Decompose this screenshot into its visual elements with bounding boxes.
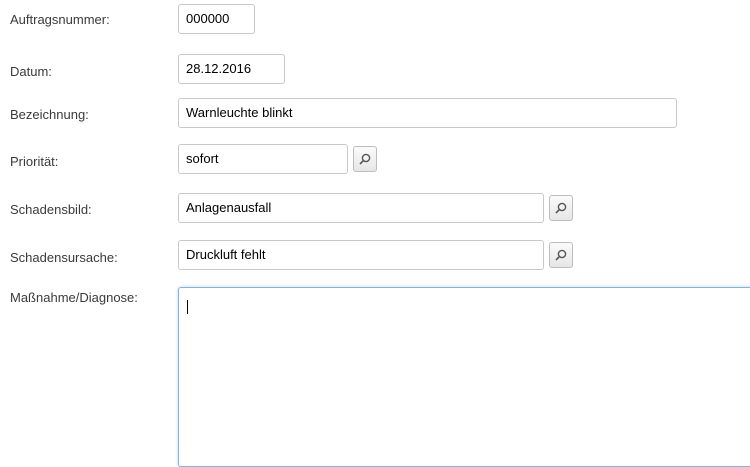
search-icon bbox=[555, 249, 567, 261]
prioritaet-lookup-button[interactable] bbox=[353, 146, 377, 172]
prioritaet-label: Priorität: bbox=[10, 154, 59, 169]
row-schadensursache: Schadensursache: Druckluft fehlt bbox=[0, 240, 750, 272]
row-datum: Datum: 28.12.2016 bbox=[0, 54, 750, 86]
schadensbild-lookup-button[interactable] bbox=[549, 195, 573, 221]
search-icon bbox=[555, 202, 567, 214]
schadensursache-field[interactable]: Druckluft fehlt bbox=[178, 240, 544, 270]
schadensursache-label: Schadensursache: bbox=[10, 250, 118, 265]
row-schadensbild: Schadensbild: Anlagenausfall bbox=[0, 193, 750, 225]
search-icon bbox=[359, 153, 371, 165]
row-auftragsnummer: Auftragsnummer: 000000 bbox=[0, 4, 750, 36]
text-caret bbox=[187, 300, 188, 314]
row-bezeichnung: Bezeichnung: Warnleuchte blinkt bbox=[0, 98, 750, 130]
massnahme-textarea[interactable] bbox=[178, 287, 750, 467]
datum-field[interactable]: 28.12.2016 bbox=[178, 54, 285, 84]
row-prioritaet: Priorität: sofort bbox=[0, 144, 750, 176]
schadensbild-field[interactable]: Anlagenausfall bbox=[178, 193, 544, 223]
bezeichnung-field[interactable]: Warnleuchte blinkt bbox=[178, 98, 677, 128]
schadensursache-lookup-button[interactable] bbox=[549, 242, 573, 268]
massnahme-label: Maßnahme/Diagnose: bbox=[10, 290, 138, 305]
schadensbild-label: Schadensbild: bbox=[10, 202, 92, 217]
auftragsnummer-label: Auftragsnummer: bbox=[10, 12, 110, 27]
auftragsnummer-field[interactable]: 000000 bbox=[178, 4, 255, 34]
bezeichnung-label: Bezeichnung: bbox=[10, 107, 89, 122]
datum-label: Datum: bbox=[10, 64, 52, 79]
prioritaet-field[interactable]: sofort bbox=[178, 144, 348, 174]
